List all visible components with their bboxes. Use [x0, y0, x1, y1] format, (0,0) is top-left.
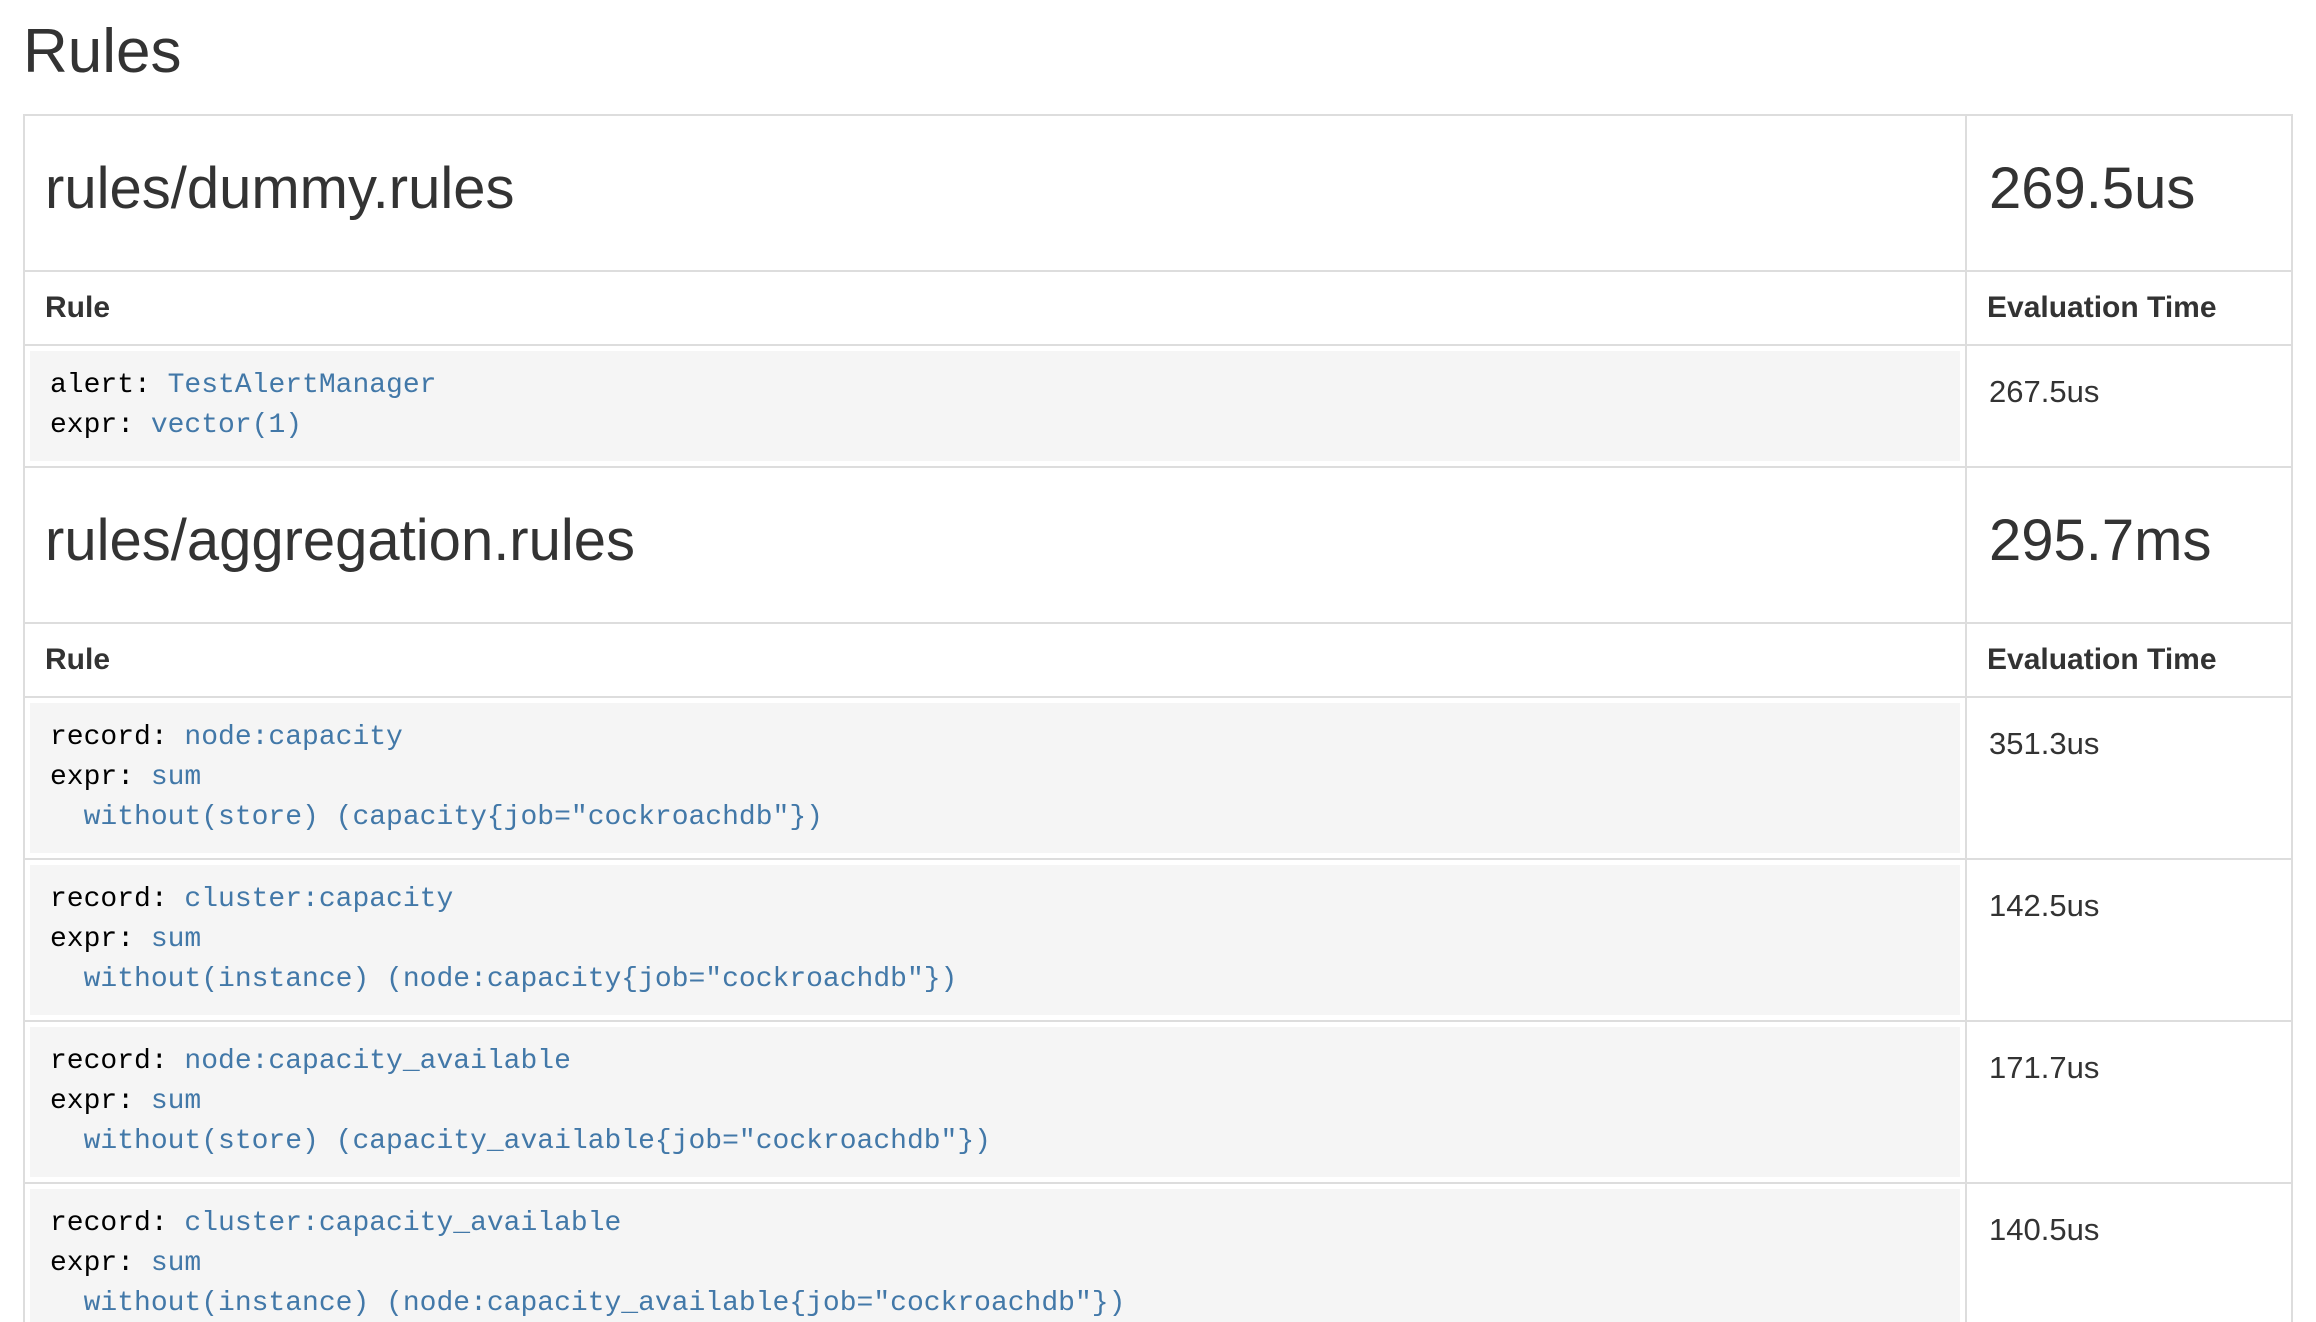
rule-definition-line: record: node:capacity: [50, 718, 1940, 758]
rule-definition: record: node:capacity_availableexpr: sum…: [30, 1027, 1960, 1177]
rule-cell: record: node:capacityexpr: sum without(s…: [24, 697, 1966, 859]
rule-keyword: record:: [50, 884, 184, 915]
rule-definition: record: cluster:capacityexpr: sum withou…: [30, 865, 1960, 1015]
rule-definition-line: expr: sum: [50, 1244, 1940, 1284]
column-header-evaluation-time: Evaluation Time: [1966, 271, 2292, 345]
rule-row: record: node:capacityexpr: sum without(s…: [24, 697, 2292, 859]
rule-definition: alert: TestAlertManagerexpr: vector(1): [30, 351, 1960, 461]
rule-keyword: expr:: [50, 924, 151, 955]
rule-row: record: node:capacity_availableexpr: sum…: [24, 1021, 2292, 1183]
rule-definition-line: record: node:capacity_available: [50, 1042, 1940, 1082]
rule-cell: record: cluster:capacityexpr: sum withou…: [24, 859, 1966, 1021]
rule-link[interactable]: without(store) (capacity{job="cockroachd…: [50, 802, 823, 833]
rule-keyword: record:: [50, 722, 184, 753]
column-header-row: RuleEvaluation Time: [24, 271, 2292, 345]
rule-definition-line: without(instance) (node:capacity_availab…: [50, 1284, 1940, 1322]
rule-definition-line: without(store) (capacity{job="cockroachd…: [50, 798, 1940, 838]
rule-link[interactable]: sum: [151, 762, 201, 793]
rule-evaluation-time: 267.5us: [1966, 345, 2292, 467]
rule-link[interactable]: node:capacity: [184, 722, 402, 753]
rule-group-name: rules/aggregation.rules: [45, 506, 1945, 576]
rule-row: record: cluster:capacityexpr: sum withou…: [24, 859, 2292, 1021]
rule-group-evaluation-total: 295.7ms: [1966, 467, 2292, 623]
rule-keyword: expr:: [50, 1248, 151, 1279]
rule-definition: record: node:capacityexpr: sum without(s…: [30, 703, 1960, 853]
column-header-rule: Rule: [24, 623, 1966, 697]
rule-row: alert: TestAlertManagerexpr: vector(1)26…: [24, 345, 2292, 467]
rule-definition-line: without(store) (capacity_available{job="…: [50, 1122, 1940, 1162]
rule-definition-line: expr: sum: [50, 1082, 1940, 1122]
rules-table: rules/dummy.rules269.5usRuleEvaluation T…: [23, 114, 2293, 1322]
rule-link[interactable]: TestAlertManager: [168, 370, 437, 401]
rule-link[interactable]: node:capacity_available: [184, 1046, 570, 1077]
rule-keyword: record:: [50, 1046, 184, 1077]
rule-cell: alert: TestAlertManagerexpr: vector(1): [24, 345, 1966, 467]
rule-evaluation-time: 140.5us: [1966, 1183, 2292, 1322]
rule-keyword: expr:: [50, 762, 151, 793]
rule-definition-line: expr: vector(1): [50, 406, 1940, 446]
rule-group-name-cell: rules/dummy.rules: [24, 115, 1966, 271]
rule-link[interactable]: without(instance) (node:capacity{job="co…: [50, 964, 957, 995]
rule-link[interactable]: vector(1): [151, 410, 302, 441]
rule-cell: record: cluster:capacity_availableexpr: …: [24, 1183, 1966, 1322]
rule-link[interactable]: without(store) (capacity_available{job="…: [50, 1126, 991, 1157]
rule-definition-line: expr: sum: [50, 758, 1940, 798]
rule-link[interactable]: sum: [151, 1086, 201, 1117]
rule-evaluation-time: 351.3us: [1966, 697, 2292, 859]
page-title: Rules: [23, 16, 2293, 87]
rule-definition-line: record: cluster:capacity: [50, 880, 1940, 920]
rule-link[interactable]: cluster:capacity: [184, 884, 453, 915]
rule-definition-line: alert: TestAlertManager: [50, 366, 1940, 406]
rule-keyword: expr:: [50, 410, 151, 441]
rule-link[interactable]: sum: [151, 924, 201, 955]
rule-keyword: expr:: [50, 1086, 151, 1117]
rule-link[interactable]: sum: [151, 1248, 201, 1279]
column-header-evaluation-time: Evaluation Time: [1966, 623, 2292, 697]
rule-group-evaluation-total: 269.5us: [1966, 115, 2292, 271]
rule-group-header-row: rules/aggregation.rules 295.7ms: [24, 467, 2292, 623]
rule-link[interactable]: without(instance) (node:capacity_availab…: [50, 1288, 1125, 1319]
rule-definition-line: record: cluster:capacity_available: [50, 1204, 1940, 1244]
column-header-row: RuleEvaluation Time: [24, 623, 2292, 697]
rule-definition-line: expr: sum: [50, 920, 1940, 960]
rule-cell: record: node:capacity_availableexpr: sum…: [24, 1021, 1966, 1183]
rule-keyword: record:: [50, 1208, 184, 1239]
rules-page: Rules rules/dummy.rules269.5usRuleEvalua…: [0, 16, 2316, 1322]
rule-definition: record: cluster:capacity_availableexpr: …: [30, 1189, 1960, 1322]
rule-evaluation-time: 142.5us: [1966, 859, 2292, 1021]
column-header-rule: Rule: [24, 271, 1966, 345]
rule-keyword: alert:: [50, 370, 168, 401]
rule-definition-line: without(instance) (node:capacity{job="co…: [50, 960, 1940, 1000]
rule-evaluation-time: 171.7us: [1966, 1021, 2292, 1183]
rule-group-header-row: rules/dummy.rules 269.5us: [24, 115, 2292, 271]
rule-group-name-cell: rules/aggregation.rules: [24, 467, 1966, 623]
rule-link[interactable]: cluster:capacity_available: [184, 1208, 621, 1239]
rule-group-name: rules/dummy.rules: [45, 154, 1945, 224]
rule-row: record: cluster:capacity_availableexpr: …: [24, 1183, 2292, 1322]
